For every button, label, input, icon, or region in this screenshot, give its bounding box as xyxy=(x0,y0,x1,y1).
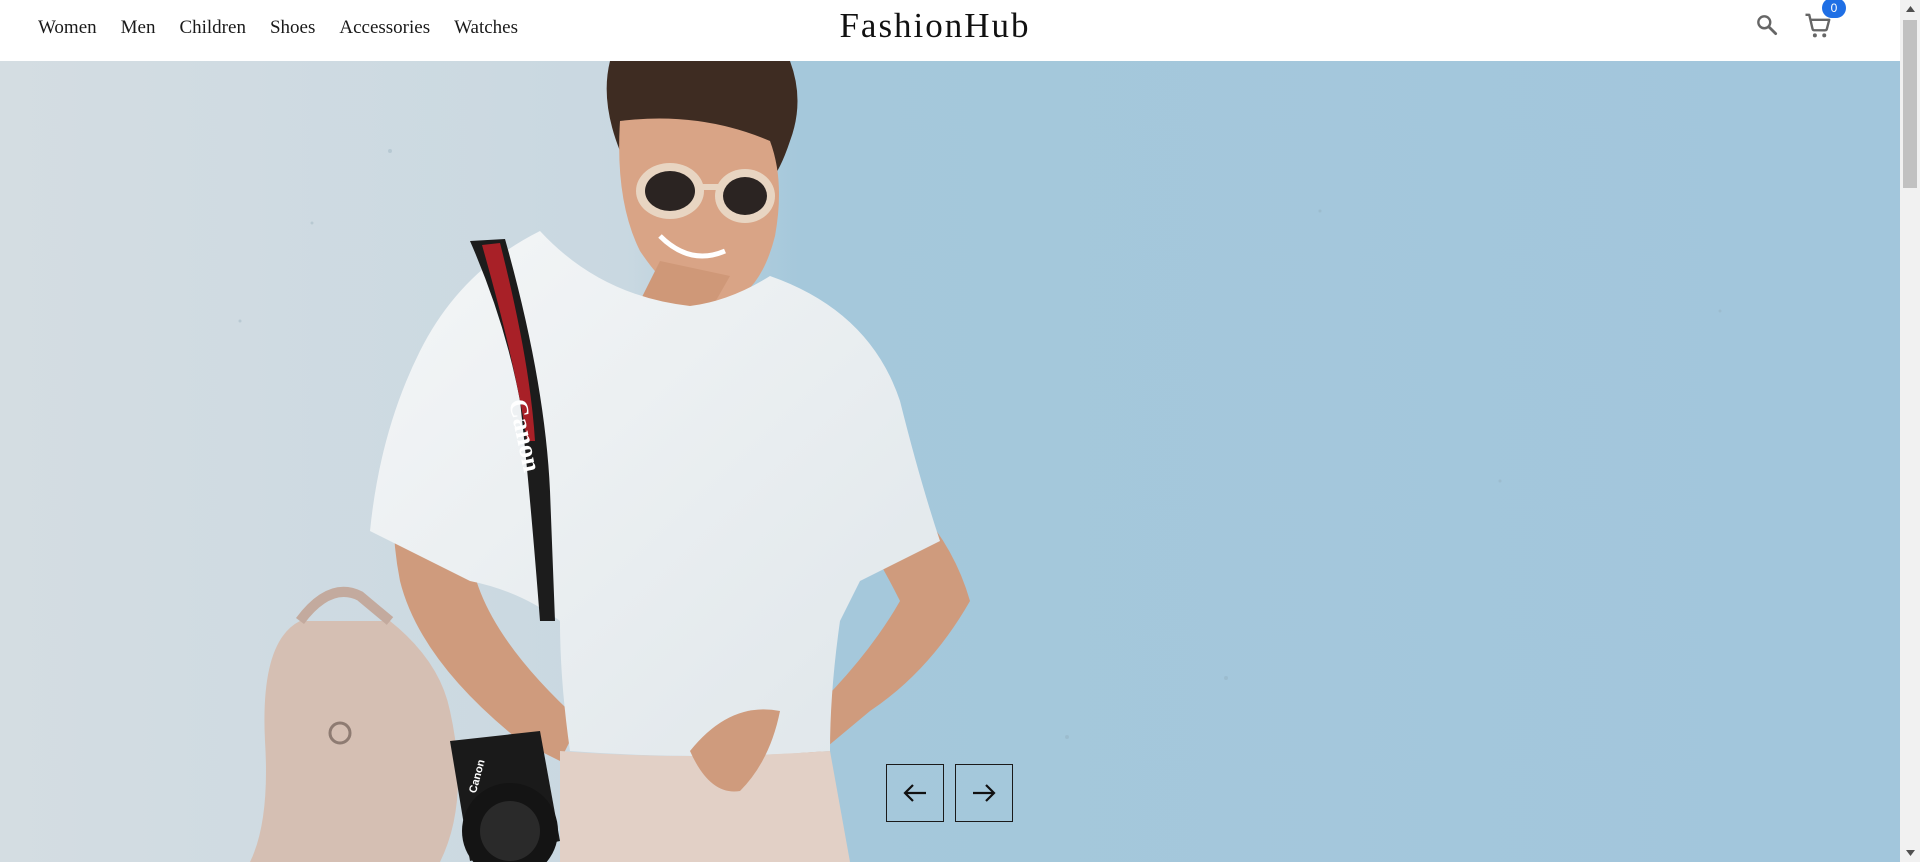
slider-controls xyxy=(886,764,1013,822)
scroll-up-arrow-icon[interactable] xyxy=(1900,0,1920,18)
hero-image: Canon Canon xyxy=(0,61,1900,862)
prev-slide-button[interactable] xyxy=(886,764,944,822)
site-header: Women Men Children Shoes Accessories Wat… xyxy=(0,0,1900,61)
page-scrollbar[interactable] xyxy=(1900,0,1920,862)
search-button[interactable] xyxy=(1754,12,1780,38)
brand-logo[interactable]: FashionHub xyxy=(0,6,1870,46)
cart-count-badge: 0 xyxy=(1822,0,1846,18)
arrow-right-icon xyxy=(973,784,996,802)
arrow-left-icon xyxy=(903,784,926,802)
scroll-down-arrow-icon[interactable] xyxy=(1900,844,1920,862)
scrollbar-thumb[interactable] xyxy=(1903,20,1917,188)
search-icon xyxy=(1757,15,1778,36)
hero-banner: Canon Canon xyxy=(0,61,1900,862)
next-slide-button[interactable] xyxy=(955,764,1013,822)
